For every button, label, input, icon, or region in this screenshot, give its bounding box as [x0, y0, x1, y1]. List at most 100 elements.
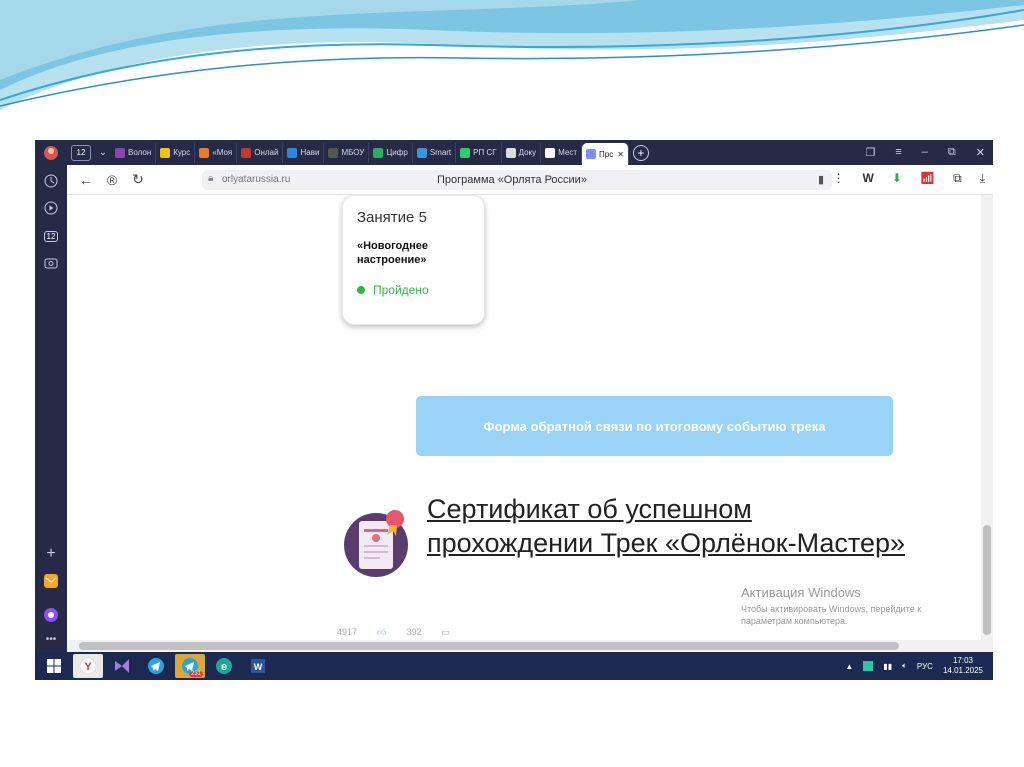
page-title: Программа «Орлята России» — [437, 174, 587, 186]
telegram-active-icon[interactable]: 231 — [175, 654, 205, 678]
windows-start-icon[interactable] — [39, 654, 69, 678]
svg-text:e: e — [221, 661, 227, 673]
tab-label: Мест — [558, 148, 577, 157]
chevron-down-icon[interactable]: ⌄ — [95, 147, 111, 158]
activation-title: Активация Windows — [741, 585, 861, 600]
certificate-icon — [344, 510, 408, 577]
status-badge: Пройдено — [357, 283, 429, 297]
lesson-subject: «Новогоднее настроение» — [357, 240, 428, 266]
status-label: Пройдено — [373, 283, 429, 297]
bookmark-panel-icon[interactable]: ❐ — [866, 146, 876, 159]
w-extension-icon[interactable]: W — [862, 171, 873, 186]
volume-icon[interactable]: 🔈︎ — [902, 661, 907, 671]
tab-favicon-icon — [373, 147, 384, 158]
tab-favicon-icon — [505, 147, 516, 158]
tab-favicon-icon — [328, 147, 339, 158]
alice-assistant-icon[interactable] — [42, 606, 60, 624]
vertical-scrollbar[interactable] — [981, 195, 993, 640]
browser-tab[interactable]: Онлай — [237, 142, 284, 163]
browser-tab[interactable]: Нави — [283, 142, 325, 163]
profile-avatar[interactable] — [42, 144, 60, 162]
tab-favicon-icon — [586, 149, 596, 159]
tab-favicon-icon — [241, 147, 252, 158]
tab-label: Прс — [599, 149, 614, 159]
presentation-slide: 12 + ••• 12 ⌄ Волон Курс «Моя Онлай Нави МБОУ… — [0, 0, 1024, 767]
horizontal-scrollbar[interactable] — [67, 640, 993, 652]
svg-text:Y: Y — [84, 661, 92, 673]
clock-time: 17:03 — [952, 656, 973, 665]
feedback-form-button[interactable]: Форма обратной связи по итоговому событи… — [416, 396, 893, 456]
page-content: Занятие 5 «Новогоднее настроение» Пройде… — [67, 195, 981, 640]
tab-label: Курс — [173, 148, 191, 157]
browser-tab[interactable]: Smart — [413, 142, 457, 163]
history-icon[interactable] — [42, 172, 60, 190]
tab-count-button[interactable]: 12 — [71, 144, 91, 161]
tab-favicon-icon — [460, 147, 471, 158]
decorative-wave-header — [0, 0, 1024, 110]
tab-label: РП СГ — [473, 148, 497, 157]
tab-favicon-icon — [160, 147, 171, 158]
tab-label: МБОУ — [341, 148, 365, 157]
close-window-icon[interactable]: ✕ — [976, 146, 985, 159]
minimize-icon[interactable]: – — [922, 146, 928, 159]
network-icon[interactable]: ▮▮ — [883, 662, 892, 671]
screenshot-icon[interactable] — [42, 254, 60, 272]
url-field[interactable]: 🔒︎ orlyatarussia.ru Программа «Орлята Ро… — [202, 170, 832, 190]
browser-tab[interactable]: Курс — [156, 142, 196, 163]
tray-up-arrow-icon[interactable]: ▲ — [845, 662, 853, 671]
browser-tab[interactable]: Мест — [541, 142, 582, 163]
comment-icon[interactable]: ▭ — [441, 627, 450, 638]
browser-tab[interactable]: Волон — [111, 142, 157, 163]
language-indicator[interactable]: РУС — [917, 662, 933, 671]
puzzle-extension-icon[interactable]: ⧉ — [953, 171, 962, 186]
browser-screenshot: 12 + ••• 12 ⌄ Волон Курс «Моя Онлай Нави МБОУ… — [35, 140, 993, 680]
download-arrow-icon[interactable]: ⬇ — [892, 171, 902, 186]
activation-line-2: параметрам компьютера. — [741, 616, 848, 626]
browser-tab[interactable]: РП СГ — [456, 142, 502, 163]
yandex-browser-icon[interactable]: Y — [73, 654, 103, 678]
yandex-protect-icon[interactable]: ® — [99, 172, 125, 188]
tray-app-icon[interactable] — [863, 661, 874, 671]
tab-label: Нави — [300, 148, 320, 157]
browser-tab[interactable]: Цифр — [369, 142, 413, 163]
telegram-icon[interactable] — [141, 654, 171, 678]
comments-count: 392 — [406, 627, 422, 637]
tab-label: Цифр — [386, 148, 408, 157]
tab-label: Доку — [518, 148, 537, 157]
mail-app-icon[interactable] — [42, 572, 60, 590]
add-icon[interactable]: + — [42, 545, 60, 563]
restore-icon[interactable]: ⧉ — [948, 146, 956, 159]
visual-studio-icon[interactable] — [107, 654, 137, 678]
tab-label: Smart — [429, 148, 452, 157]
menu-icon[interactable]: ≡ — [895, 146, 901, 159]
vertical-scroll-thumb[interactable] — [983, 525, 991, 635]
url-host: orlyatarussia.ru — [222, 174, 291, 185]
browser-tab[interactable]: Прс ✕ — [582, 143, 629, 165]
clock[interactable]: 17:03 14.01.2025 — [943, 656, 983, 676]
eset-antivirus-icon[interactable]: e — [209, 654, 239, 678]
lesson-card[interactable]: Занятие 5 «Новогоднее настроение» Пройде… — [342, 195, 485, 325]
tab-label: Волон — [128, 148, 152, 157]
tab-bar: 12 ⌄ Волон Курс «Моя Онлай Нави МБОУ Цифр Smart… — [67, 140, 993, 165]
tab-favicon-icon — [115, 147, 125, 158]
downloads-icon[interactable]: ⤓ — [980, 171, 985, 186]
clock-date: 14.01.2025 — [942, 666, 983, 675]
reload-icon[interactable]: ↻ — [125, 171, 151, 188]
signal-extension-icon[interactable]: 📶︎ — [920, 171, 935, 186]
close-tab-icon[interactable]: ✕ — [617, 150, 624, 159]
bookmark-icon[interactable]: ▮ — [818, 173, 824, 186]
word-icon[interactable]: W — [243, 654, 273, 678]
new-tab-button[interactable]: + — [632, 144, 649, 161]
browser-tab[interactable]: МБОУ — [324, 142, 370, 163]
thumbs-up-icon[interactable]: 👍︎ — [377, 627, 386, 638]
more-vertical-icon[interactable]: ⋮ — [832, 171, 844, 186]
more-icon[interactable]: ••• — [42, 630, 60, 648]
play-icon[interactable] — [42, 199, 60, 217]
browser-sidebar: 12 + ••• — [35, 140, 67, 680]
certificate-link[interactable]: Сертификат об успешном прохождении Трек … — [427, 492, 907, 560]
browser-tab[interactable]: Доку — [502, 142, 542, 163]
horizontal-scroll-thumb[interactable] — [79, 642, 899, 650]
tabs-counter-icon[interactable]: 12 — [42, 227, 60, 245]
back-arrow-icon[interactable]: ← — [73, 172, 99, 188]
browser-tab[interactable]: «Моя — [195, 142, 238, 163]
